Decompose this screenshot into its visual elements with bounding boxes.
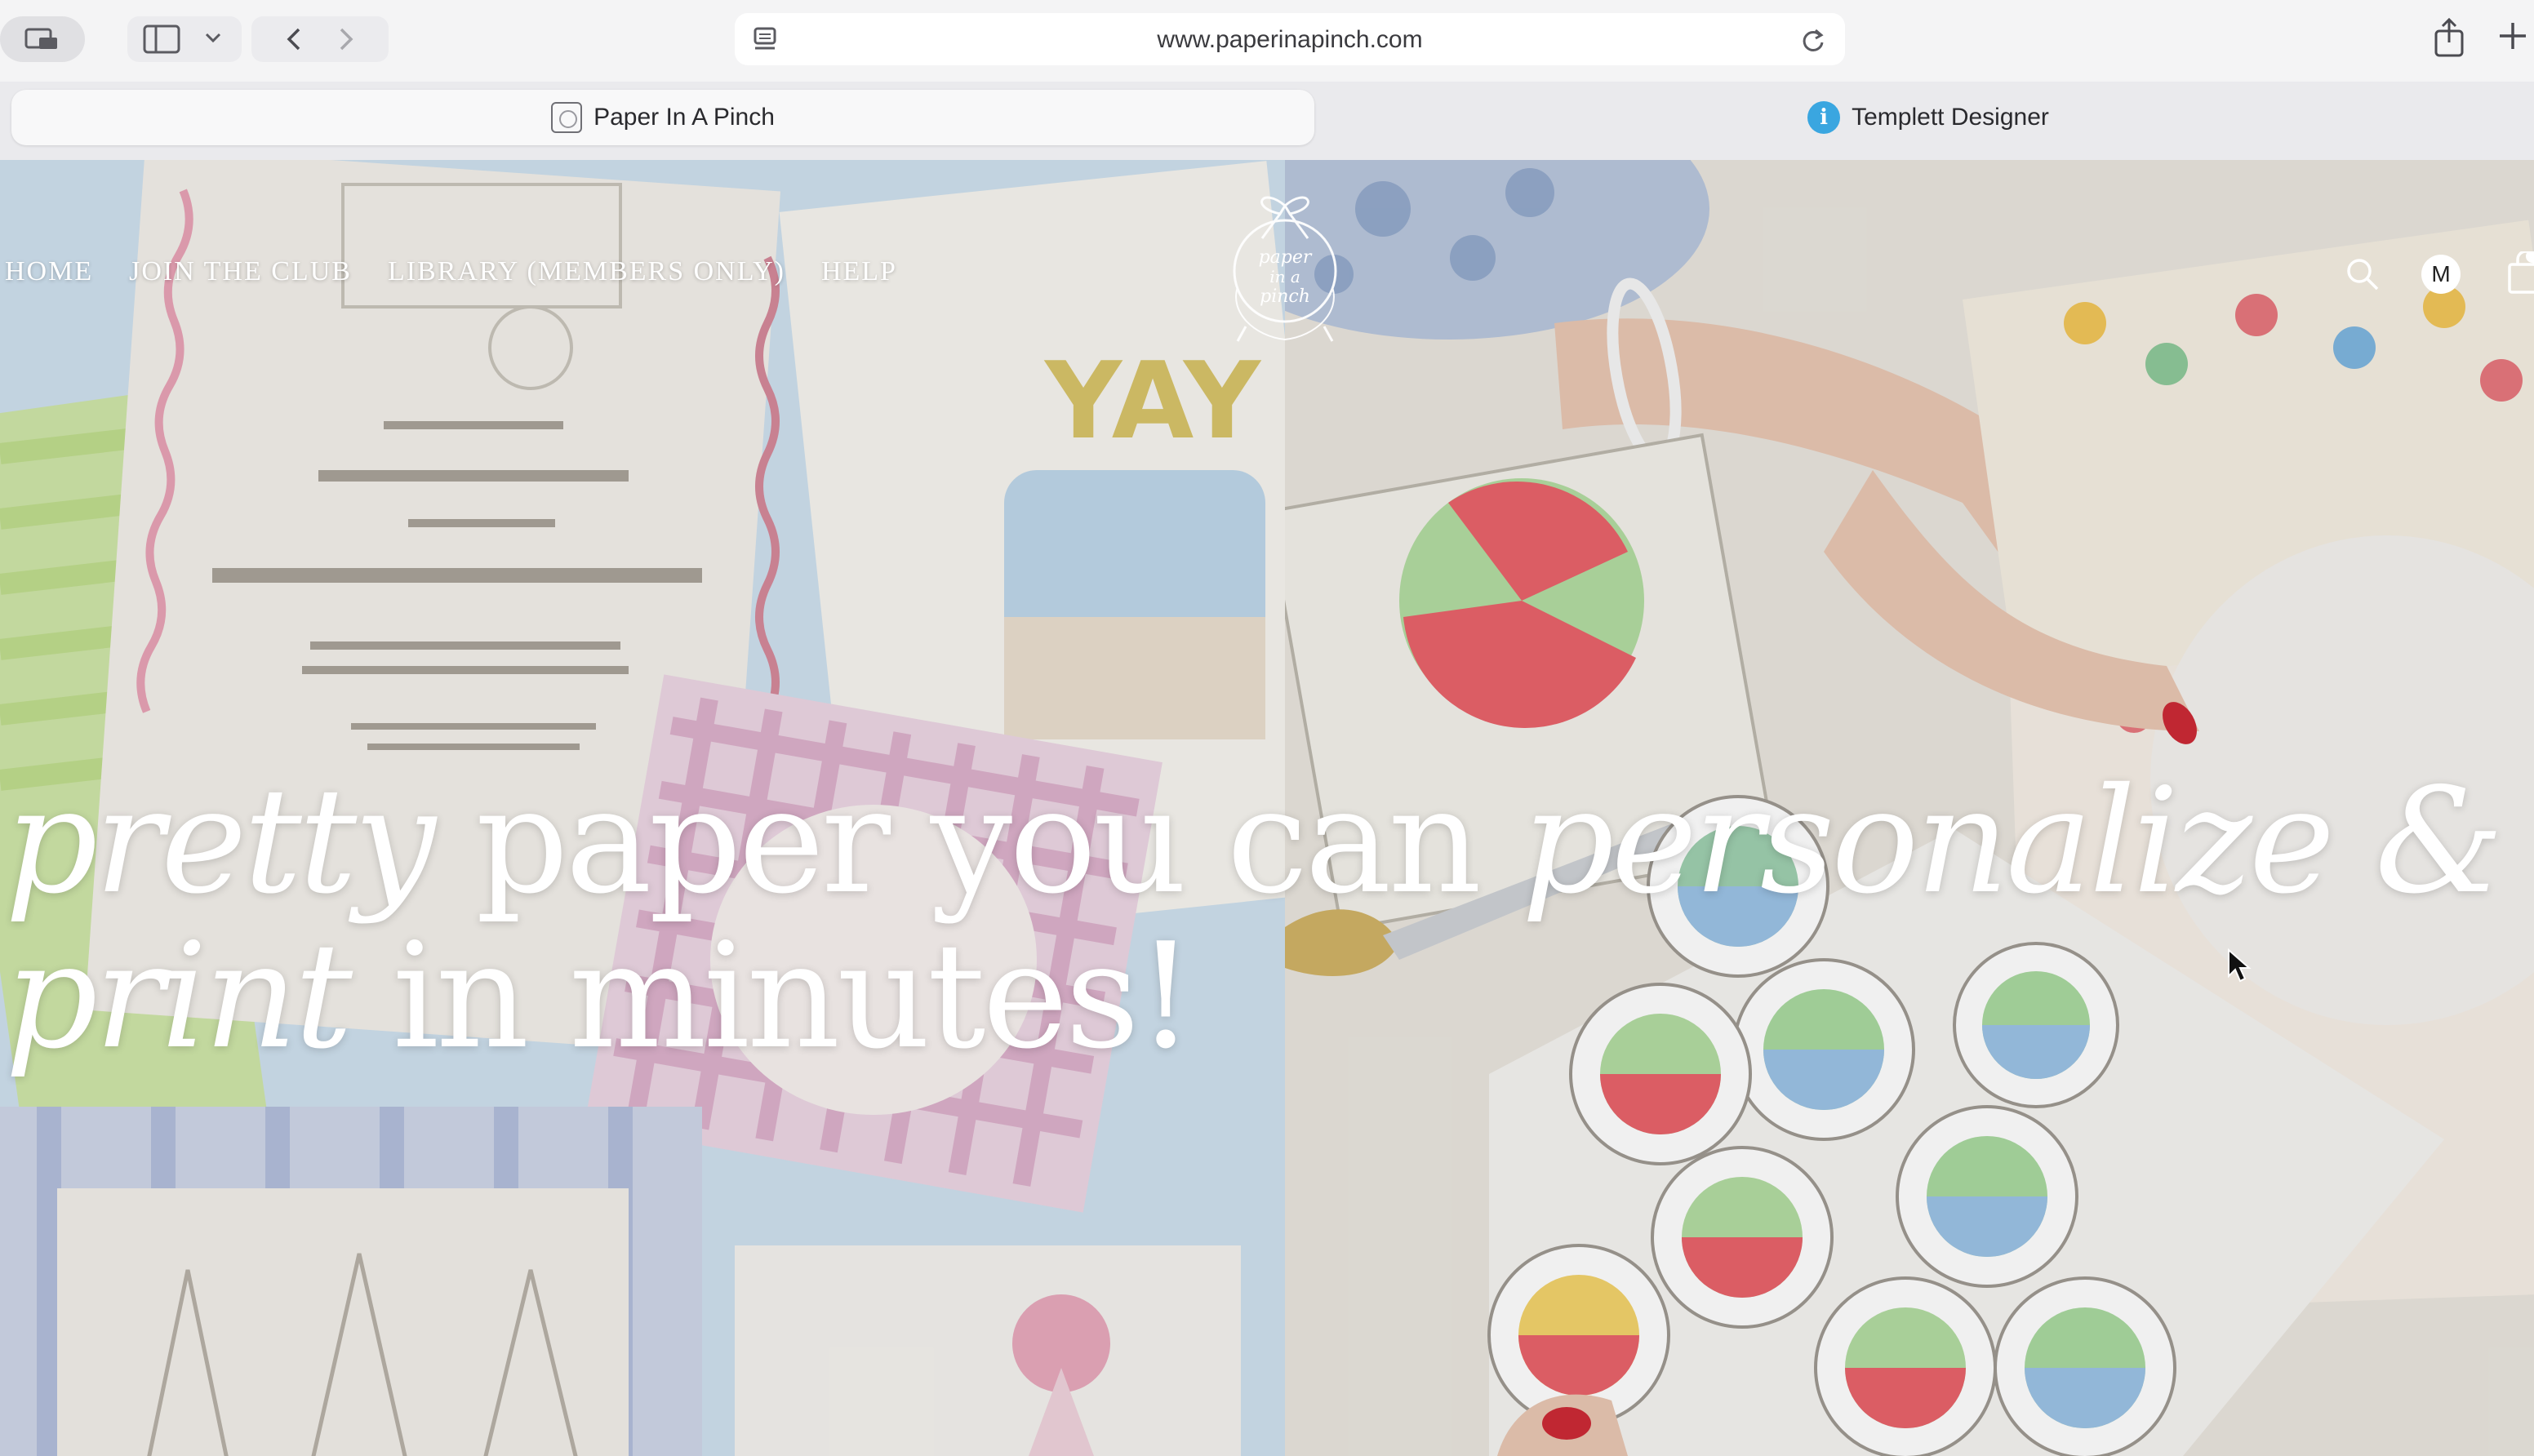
hero-word-pretty: pretty <box>5 757 436 926</box>
share-icon[interactable] <box>2431 16 2467 59</box>
tab-overview-button[interactable] <box>0 16 85 62</box>
history-nav <box>251 16 389 62</box>
tab-title: Templett Designer <box>1852 104 2049 131</box>
svg-text:paper: paper <box>1259 247 1313 268</box>
sidebar-button[interactable] <box>127 16 242 62</box>
nav-help[interactable]: HELP <box>821 256 897 287</box>
search-icon[interactable] <box>2345 256 2381 292</box>
hero-text-paper-you-can: paper you can <box>433 757 1522 926</box>
sidebar-icon <box>143 24 221 54</box>
reload-icon[interactable] <box>1799 26 1827 54</box>
hero-headline: pretty paper you can personalize & print… <box>5 764 2534 1074</box>
paper-in-a-pinch-favicon-icon <box>551 102 583 133</box>
hero-word-print: print <box>5 912 353 1081</box>
nav-home[interactable]: HOME <box>5 256 93 287</box>
hero-word-personalize: personalize & <box>1521 757 2505 926</box>
nav-library-members-only[interactable]: LIBRARY (MEMBERS ONLY) <box>388 256 785 287</box>
tab-overview-icon <box>24 28 57 49</box>
svg-text:pinch: pinch <box>1260 286 1310 307</box>
svg-text:in a: in a <box>1269 267 1300 286</box>
site-logo[interactable]: paper in a pinch <box>1205 189 1365 353</box>
new-tab-icon[interactable] <box>2496 20 2529 52</box>
tab-templett-designer[interactable]: i Templett Designer <box>1323 90 2534 145</box>
webpage: YAY HOME JOIN THE CLUB LIBRARY (MEMBERS … <box>0 160 2534 1456</box>
tab-title: Paper In A Pinch <box>593 104 775 131</box>
main-nav: HOME JOIN THE CLUB LIBRARY (MEMBERS ONLY… <box>5 256 897 287</box>
mouse-cursor-icon <box>2228 948 2252 983</box>
back-icon[interactable] <box>271 23 320 55</box>
account-avatar[interactable]: M <box>2421 255 2461 294</box>
shopping-bag-icon[interactable] <box>2508 251 2534 294</box>
templett-favicon-icon: i <box>1807 101 1841 134</box>
tab-paper-in-a-pinch[interactable]: Paper In A Pinch <box>11 90 1314 145</box>
hero-text-in-minutes: in minutes! <box>349 912 1195 1081</box>
nav-join-the-club[interactable]: JOIN THE CLUB <box>129 256 352 287</box>
url-text: www.paperinapinch.com <box>1157 26 1423 53</box>
forward-icon[interactable] <box>320 23 369 55</box>
address-bar[interactable]: www.paperinapinch.com <box>735 13 1845 65</box>
